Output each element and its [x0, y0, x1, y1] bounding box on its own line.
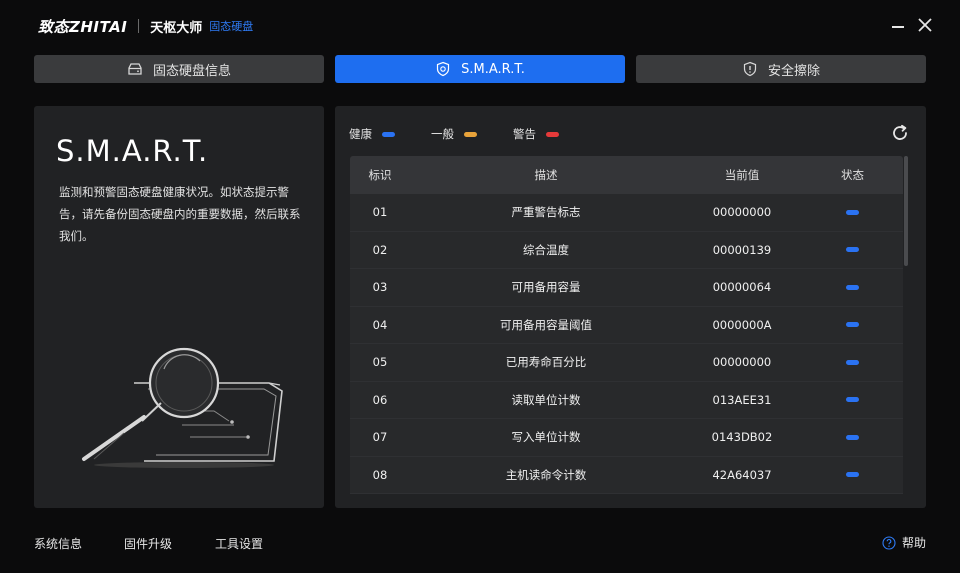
tab-secure-erase[interactable]: 安全擦除: [636, 55, 926, 83]
status-indicator: [846, 322, 859, 328]
legend-normal-label: 一般: [431, 127, 454, 141]
main-tabs: 固态硬盘信息 S.M.A.R.T. 安全擦除: [34, 55, 926, 83]
help-icon: [882, 535, 896, 550]
cell-status: [802, 359, 903, 365]
status-indicator: [846, 434, 859, 440]
cell-description: 主机读命令计数: [505, 467, 587, 482]
table-row: 01 严重警告标志 00000000: [350, 194, 903, 232]
cell-status: [802, 284, 903, 290]
tool-settings-link[interactable]: 工具设置: [215, 535, 263, 552]
header-id: 标识: [368, 168, 392, 182]
close-icon: [918, 18, 932, 32]
legend-warning-swatch: [546, 131, 559, 137]
tab-ssd-info[interactable]: 固态硬盘信息: [34, 55, 324, 83]
cell-current-value: 00000064: [712, 280, 772, 295]
header-description: 描述: [534, 168, 558, 182]
smart-title: S.M.A.R.T.: [56, 134, 209, 168]
cell-id: 05: [372, 355, 388, 370]
close-button[interactable]: [916, 16, 934, 34]
tab-smart-label: S.M.A.R.T.: [461, 61, 525, 77]
table-body: 01 严重警告标志 00000000 02 综合温度 00000139 03 可用备用容量 00…: [350, 194, 903, 494]
tab-secure-erase-label: 安全擦除: [767, 63, 820, 79]
legend-healthy: 健康: [349, 126, 395, 142]
smart-description: 监测和预警固态硬盘健康状况。如状态提示警告，请先备份固态硬盘内的重要数据，然后联…: [59, 185, 301, 243]
status-indicator: [846, 247, 859, 253]
cell-id: 03: [372, 280, 388, 295]
system-info-link[interactable]: 系统信息: [34, 535, 82, 552]
magnifier-drive-illustration: [82, 347, 283, 468]
legend-healthy-swatch: [382, 131, 395, 137]
drive-icon: [128, 63, 142, 75]
cell-current-value: 013AEE31: [712, 392, 772, 407]
tab-ssd-info-label: 固态硬盘信息: [152, 63, 231, 79]
smart-table-panel: 健康 一般 警告 标识 描述 当前值 状态 01 严重警告标志 00000000 02…: [335, 106, 926, 508]
status-indicator: [846, 209, 859, 215]
legend-warning: 警告: [513, 126, 559, 142]
minimize-button[interactable]: [890, 16, 908, 34]
header-current-value: 当前值: [724, 168, 760, 182]
footer-bar: 系统信息 固件升级 工具设置 帮助: [0, 530, 960, 556]
table-row: 02 综合温度 00000139: [350, 231, 903, 269]
table-row: 07 写入单位计数 0143DB02: [350, 419, 903, 457]
table-header: 标识 描述 当前值 状态: [350, 156, 903, 194]
cell-status: [802, 322, 903, 328]
cell-description: 可用备用容量阈值: [500, 317, 592, 332]
legend-healthy-label: 健康: [349, 127, 372, 141]
warning-shield-icon: [743, 61, 757, 77]
cell-status: [802, 397, 903, 403]
cell-status: [802, 434, 903, 440]
cell-current-value: 00000000: [712, 355, 772, 370]
shield-icon: [437, 61, 450, 77]
smart-info-panel: S.M.A.R.T. 监测和预警固态硬盘健康状况。如状态提示警告，请先备份固态硬…: [34, 106, 324, 508]
cell-current-value: 42A64037: [712, 467, 772, 482]
table-row: 08 主机读命令计数 42A64037: [350, 456, 903, 494]
status-indicator: [846, 359, 859, 365]
legend-normal: 一般: [431, 126, 477, 142]
table-scrollbar[interactable]: [904, 156, 908, 266]
cell-id: 06: [372, 392, 388, 407]
cell-description: 综合温度: [523, 242, 569, 257]
cell-description: 已用寿命百分比: [505, 355, 587, 370]
cell-id: 08: [372, 467, 388, 482]
legend-normal-swatch: [464, 131, 477, 137]
cell-current-value: 00000139: [712, 242, 772, 257]
help-button[interactable]: 帮助: [882, 534, 926, 551]
table-row: 05 已用寿命百分比 00000000: [350, 344, 903, 382]
header-status: 状态: [841, 168, 864, 182]
cell-description: 写入单位计数: [511, 430, 581, 445]
refresh-button[interactable]: [890, 123, 910, 143]
cell-description: 严重警告标志: [511, 205, 581, 220]
cell-id: 01: [372, 205, 388, 220]
cell-status: [802, 247, 903, 253]
cell-status: [802, 472, 903, 478]
legend-warning-label: 警告: [513, 127, 536, 141]
cell-description: 可用备用容量: [511, 280, 581, 295]
table-row: 04 可用备用容量阈值 0000000A: [350, 306, 903, 344]
status-indicator: [846, 472, 859, 478]
cell-description: 读取单位计数: [511, 392, 581, 407]
cell-current-value: 0143DB02: [711, 430, 773, 445]
cell-id: 04: [372, 317, 388, 332]
app-name: 天枢大师: [150, 20, 203, 36]
cell-current-value: 00000000: [712, 205, 772, 220]
cell-current-value: 0000000A: [712, 317, 772, 332]
cell-status: [802, 209, 903, 215]
table-row: 06 读取单位计数 013AEE31: [350, 381, 903, 419]
refresh-icon: [893, 124, 907, 140]
status-indicator: [846, 397, 859, 403]
status-indicator: [846, 284, 859, 290]
help-label: 帮助: [902, 536, 927, 550]
brand-separator: [138, 19, 140, 33]
cell-id: 07: [372, 430, 388, 445]
brand-logo: 致态ZHITAI: [38, 17, 128, 36]
tab-smart[interactable]: S.M.A.R.T.: [335, 55, 625, 83]
app-subtitle: 固态硬盘: [209, 20, 254, 33]
table-row: 03 可用备用容量 00000064: [350, 269, 903, 307]
cell-id: 02: [372, 242, 388, 257]
firmware-upgrade-link[interactable]: 固件升级: [124, 535, 172, 552]
status-legend: 健康 一般 警告: [349, 126, 595, 142]
title-bar: 致态ZHITAI 天枢大师 固态硬盘: [0, 0, 960, 52]
brand: 致态ZHITAI 天枢大师 固态硬盘: [38, 16, 253, 36]
smart-table: 标识 描述 当前值 状态 01 严重警告标志 00000000 02 综合温度 00000…: [350, 156, 903, 496]
